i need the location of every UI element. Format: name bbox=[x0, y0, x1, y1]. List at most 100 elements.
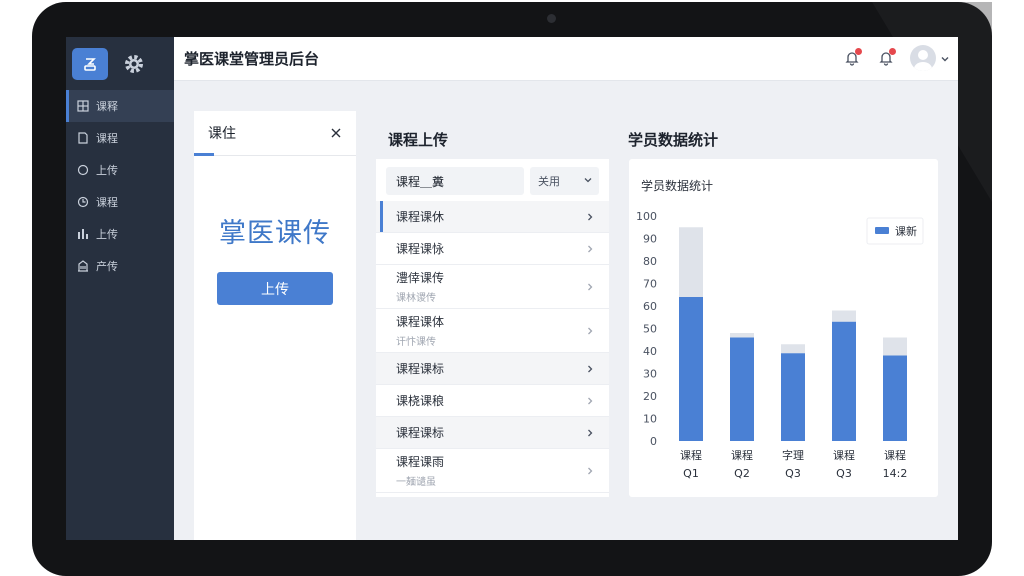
filter-select-value: 关用 bbox=[537, 175, 560, 188]
user-menu[interactable] bbox=[910, 45, 950, 71]
notification-dot bbox=[855, 48, 862, 55]
x-tick-label: 14:2 bbox=[883, 467, 908, 480]
bar-chart-icon bbox=[76, 227, 90, 241]
y-tick-label: 70 bbox=[643, 278, 657, 291]
list-item[interactable]: 澧倖课传 课林谡传 bbox=[376, 265, 609, 309]
sidebar-nav: 课释 课程 上传 课程 上传 产传 bbox=[66, 90, 174, 282]
tab-underline bbox=[194, 153, 214, 156]
camera-dot bbox=[547, 14, 556, 23]
y-tick-label: 40 bbox=[643, 345, 657, 358]
y-tick-label: 10 bbox=[643, 413, 657, 426]
close-icon[interactable] bbox=[330, 124, 342, 143]
chevron-right-icon bbox=[588, 429, 593, 436]
bar-total bbox=[832, 310, 856, 322]
grid-icon bbox=[76, 99, 90, 113]
y-tick-label: 50 bbox=[643, 323, 657, 336]
upload-button[interactable]: 上传 bbox=[217, 272, 333, 305]
x-tick-label: Q3 bbox=[785, 467, 801, 480]
list-item-subtitle: 一麺谴虽 bbox=[396, 477, 436, 488]
building-icon bbox=[76, 259, 90, 273]
brand-text: 掌医课传 bbox=[219, 218, 331, 249]
list-item[interactable]: 课程课体 讦忭课传 bbox=[376, 309, 609, 353]
course-list-panel: 课程＿糞 关用 课程课休 课程课怺 澧倖课传 课林谡传 课程课体 讦忭课传 课程课标 课桡课稂… bbox=[376, 159, 609, 497]
sidebar-item-5[interactable]: 产传 bbox=[66, 250, 174, 282]
list-item[interactable]: 课程课怺 bbox=[376, 233, 609, 265]
chevron-right-icon bbox=[588, 397, 593, 404]
y-tick-label: 60 bbox=[643, 300, 657, 313]
sidebar-item-label: 上传 bbox=[96, 228, 118, 241]
list-item[interactable]: 课程课雨 一麺谴虽 bbox=[376, 449, 609, 493]
list-item-text: 课程课体 讦忭课传 bbox=[396, 313, 444, 348]
sidebar-item-1[interactable]: 课程 bbox=[66, 122, 174, 154]
chevron-down-icon bbox=[940, 49, 950, 68]
bar-value bbox=[883, 355, 907, 441]
legend-swatch bbox=[875, 227, 889, 234]
notification-bell-icon[interactable] bbox=[842, 48, 862, 68]
list-item[interactable]: 课桡课稂 bbox=[376, 385, 609, 417]
upload-panel: 课住 掌医课传 上传 bbox=[194, 111, 356, 540]
bar-chart: 0 10 20 30 40 50 60 70 80 90 100 课程 Q1 课程 Q2 字理 Q3 课程 Q3 课程… bbox=[636, 210, 924, 480]
x-tick-label: 字理 bbox=[782, 448, 804, 462]
list-item[interactable]: 课程课标 bbox=[376, 417, 609, 449]
list-item-text: 课桡课稂 bbox=[396, 392, 444, 409]
avatar bbox=[910, 45, 936, 71]
legend-label: 课新 bbox=[895, 224, 917, 238]
sidebar-item-label: 上传 bbox=[96, 164, 118, 177]
chevron-right-icon bbox=[588, 213, 593, 220]
y-tick-label: 80 bbox=[643, 255, 657, 268]
bar-value bbox=[832, 321, 856, 441]
x-tick-label: 课程 bbox=[833, 449, 855, 462]
bar-value bbox=[781, 353, 805, 441]
list-item-text: 课程课休 bbox=[396, 208, 444, 225]
alert-bell-icon[interactable] bbox=[876, 48, 896, 68]
tab-course[interactable]: 课住 bbox=[208, 123, 236, 143]
bar-value bbox=[679, 297, 703, 441]
sidebar-item-label: 课程 bbox=[96, 196, 118, 209]
gear-icon[interactable] bbox=[120, 50, 148, 78]
bar-value bbox=[730, 337, 754, 441]
screen: 课释 课程 上传 课程 上传 产传 掌医课堂管理员后台 课住 掌医课传 上传 课… bbox=[66, 37, 958, 540]
list-item-title: 澧倖课传 bbox=[396, 271, 445, 285]
x-tick-label: Q3 bbox=[836, 467, 852, 480]
chevron-down-icon bbox=[583, 175, 593, 188]
filter-select[interactable]: 关用 bbox=[529, 167, 599, 195]
course-upload-title: 课程上传 bbox=[388, 131, 449, 149]
clock-icon bbox=[76, 195, 90, 209]
chevron-right-icon bbox=[588, 327, 593, 334]
chevron-right-icon bbox=[588, 467, 593, 474]
sidebar-item-4[interactable]: 上传 bbox=[66, 218, 174, 250]
document-icon bbox=[76, 131, 90, 145]
chevron-right-icon bbox=[588, 283, 593, 290]
sidebar-item-3[interactable]: 课程 bbox=[66, 186, 174, 218]
list-item-title: 课程课怺 bbox=[396, 242, 445, 256]
list-item-text: 课程课标 bbox=[396, 424, 444, 441]
bar-total bbox=[730, 333, 754, 338]
sidebar-item-0[interactable]: 课释 bbox=[66, 90, 174, 122]
list-item[interactable]: 课程课标 bbox=[376, 353, 609, 385]
y-tick-label: 20 bbox=[643, 390, 657, 403]
upload-panel-header: 课住 bbox=[194, 111, 356, 156]
chevron-right-icon bbox=[588, 245, 593, 252]
course-list: 课程课休 课程课怺 澧倖课传 课林谡传 课程课体 讦忭课传 课程课标 课桡课稂 课程课标 课程课雨… bbox=[376, 201, 609, 493]
alert-dot bbox=[889, 48, 896, 55]
sidebar-item-label: 产传 bbox=[96, 260, 118, 273]
list-item-title: 课程课雨 bbox=[396, 455, 445, 469]
sidebar-top bbox=[66, 37, 174, 90]
sidebar-item-label: 课释 bbox=[96, 100, 118, 113]
list-item-title: 课程课休 bbox=[396, 210, 445, 224]
search-input[interactable]: 课程＿糞 bbox=[386, 167, 524, 195]
filter-row: 课程＿糞 关用 bbox=[376, 159, 609, 201]
list-item-subtitle: 讦忭课传 bbox=[396, 337, 436, 348]
sidebar-item-2[interactable]: 上传 bbox=[66, 154, 174, 186]
list-item-title: 课程课标 bbox=[396, 426, 445, 440]
list-item[interactable]: 课程课休 bbox=[376, 201, 609, 233]
sidebar-item-label: 课程 bbox=[96, 132, 118, 145]
chevron-right-icon bbox=[588, 365, 593, 372]
sidebar: 课释 课程 上传 课程 上传 产传 bbox=[66, 37, 174, 540]
y-tick-label: 100 bbox=[636, 210, 657, 223]
list-item-text: 澧倖课传 课林谡传 bbox=[396, 269, 444, 304]
list-item-title: 课桡课稂 bbox=[396, 394, 445, 408]
logo-icon[interactable] bbox=[72, 47, 108, 80]
x-tick-label: 课程 bbox=[731, 449, 753, 462]
bar-total bbox=[679, 227, 703, 297]
